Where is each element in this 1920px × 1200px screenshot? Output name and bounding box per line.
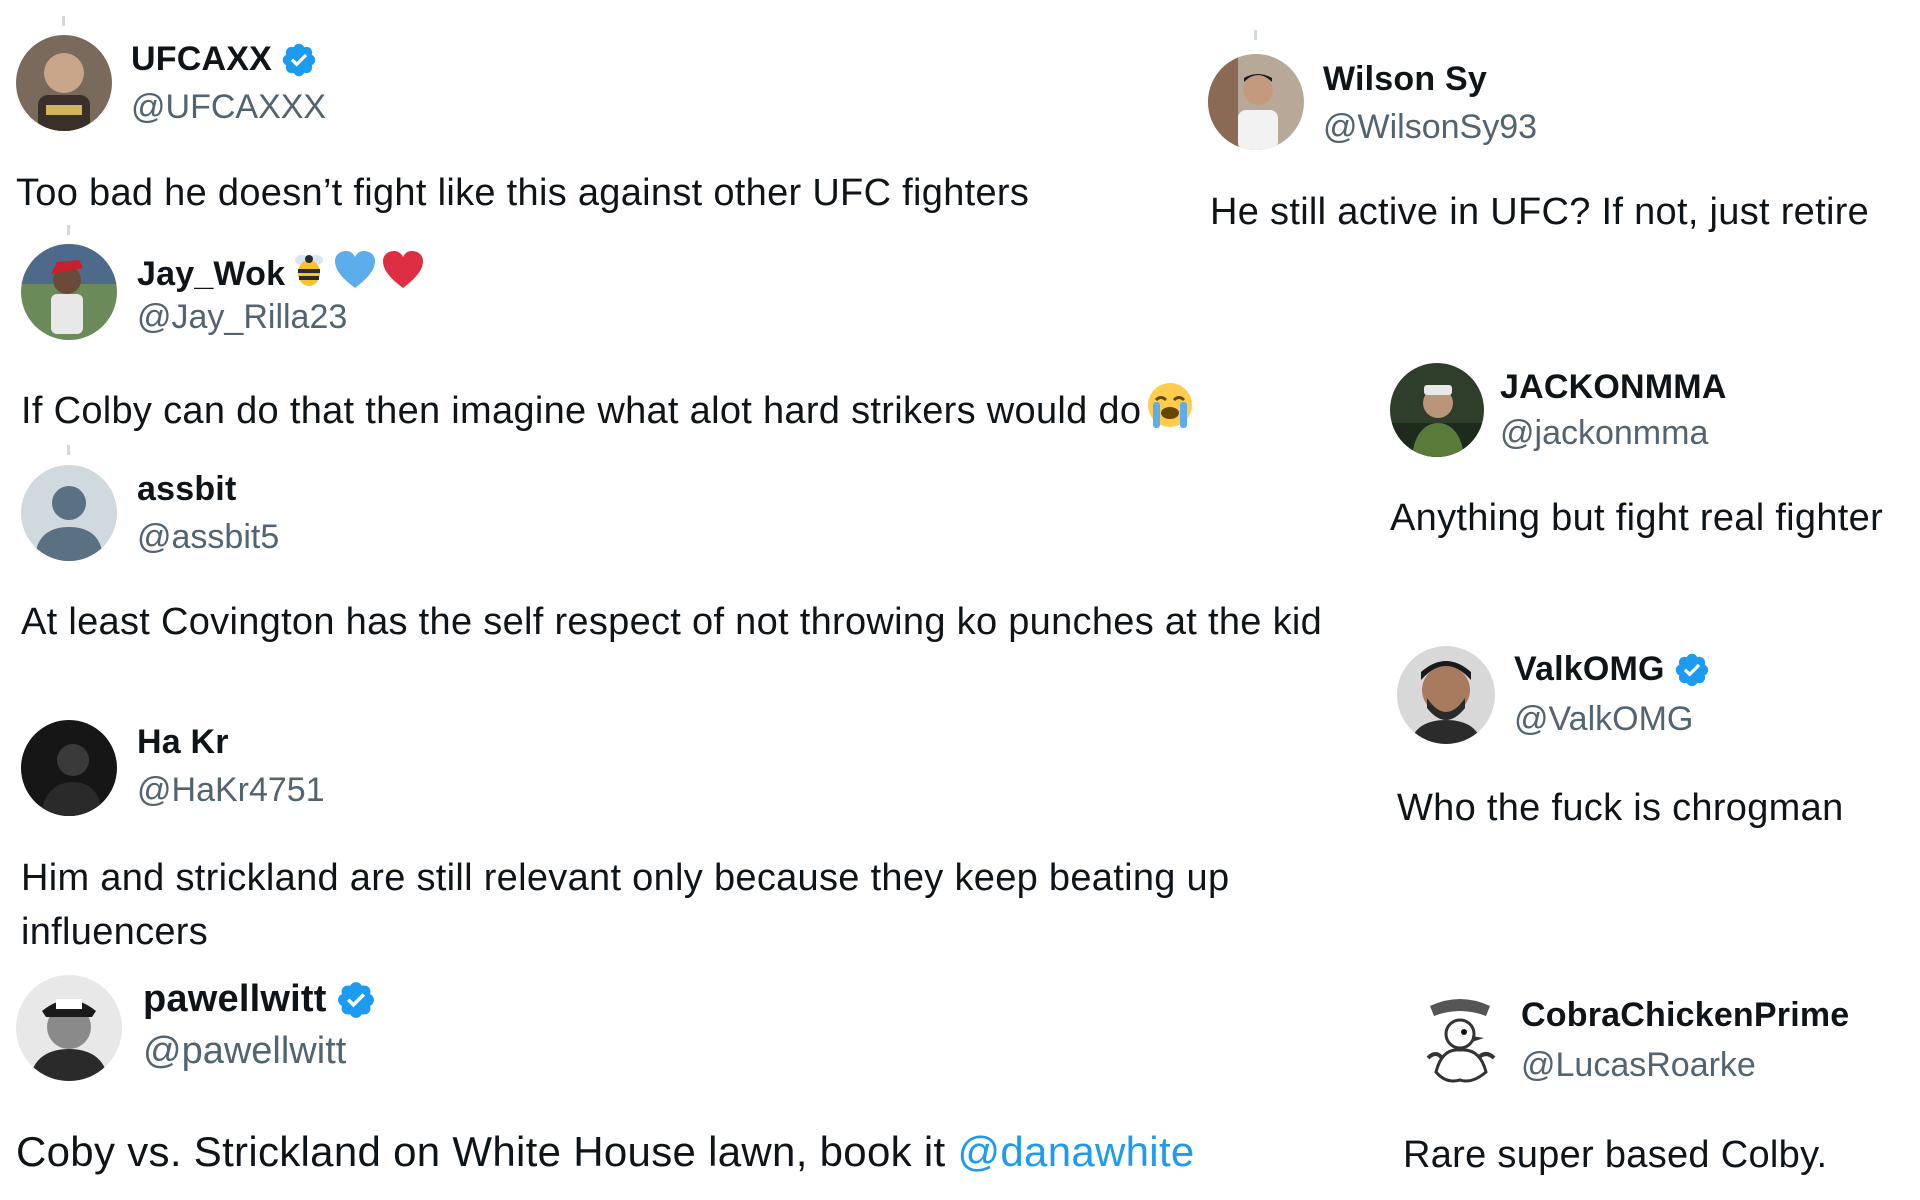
avatar[interactable] — [16, 975, 122, 1081]
avatar[interactable] — [21, 720, 117, 816]
blue-heart-icon — [333, 250, 377, 299]
user-handle[interactable]: @ValkOMG — [1514, 700, 1693, 739]
user-handle[interactable]: @assbit5 — [137, 518, 279, 557]
thread-line — [67, 225, 70, 235]
display-name[interactable]: CobraChickenPrime — [1521, 996, 1849, 1035]
avatar[interactable] — [1397, 646, 1495, 744]
display-name[interactable]: Ha Kr — [137, 723, 229, 762]
avatar[interactable] — [1208, 54, 1304, 150]
user-handle[interactable]: @pawellwitt — [143, 1030, 346, 1073]
display-name[interactable]: JACKONMMA — [1500, 368, 1727, 407]
display-name[interactable]: Wilson Sy — [1323, 60, 1487, 99]
avatar[interactable] — [21, 465, 117, 561]
user-handle[interactable]: @UFCAXXX — [131, 88, 326, 127]
thread-line — [62, 16, 65, 26]
user-handle[interactable]: @LucasRoarke — [1521, 1046, 1756, 1085]
tweet-text: He still active in UFC? If not, just ret… — [1210, 191, 1870, 233]
tweet-text: Rare super based Colby. — [1403, 1134, 1828, 1176]
loudly-crying-face-icon — [1145, 380, 1195, 446]
display-name[interactable]: Jay_Wok — [137, 250, 425, 299]
verified-badge-icon — [335, 979, 377, 1021]
tweet-text: Anything but fight real fighter — [1390, 497, 1884, 539]
avatar[interactable] — [21, 244, 117, 340]
red-heart-icon — [381, 250, 425, 299]
tweet-text: Coby vs. Strickland on White House lawn,… — [16, 1128, 1195, 1175]
thread-line — [1254, 30, 1257, 40]
avatar[interactable] — [1390, 363, 1484, 457]
display-name[interactable]: UFCAXX — [131, 40, 318, 79]
verified-badge-icon — [1673, 651, 1711, 689]
bee-icon — [289, 250, 329, 299]
display-name[interactable]: assbit — [137, 470, 236, 509]
tweet-text: Who the fuck is chrogman — [1397, 787, 1844, 829]
tweet-text: If Colby can do that then imagine what a… — [21, 380, 1421, 446]
display-name[interactable]: ValkOMG — [1514, 650, 1711, 689]
thread-line — [67, 445, 70, 455]
avatar[interactable] — [16, 35, 112, 131]
avatar[interactable] — [1412, 992, 1508, 1088]
display-name[interactable]: pawellwitt — [143, 978, 377, 1021]
user-handle[interactable]: @jackonmma — [1500, 414, 1708, 453]
user-handle[interactable]: @WilsonSy93 — [1323, 108, 1537, 147]
tweet-text: At least Covington has the self respect … — [21, 601, 1323, 643]
tweet-text: Too bad he doesn’t fight like this again… — [16, 172, 1030, 214]
tweet-text: Him and strickland are still relevant on… — [21, 857, 1230, 953]
verified-badge-icon — [280, 41, 318, 79]
user-handle[interactable]: @Jay_Rilla23 — [137, 298, 347, 337]
user-handle[interactable]: @HaKr4751 — [137, 771, 325, 810]
mention-link[interactable]: @danawhite — [957, 1128, 1194, 1175]
